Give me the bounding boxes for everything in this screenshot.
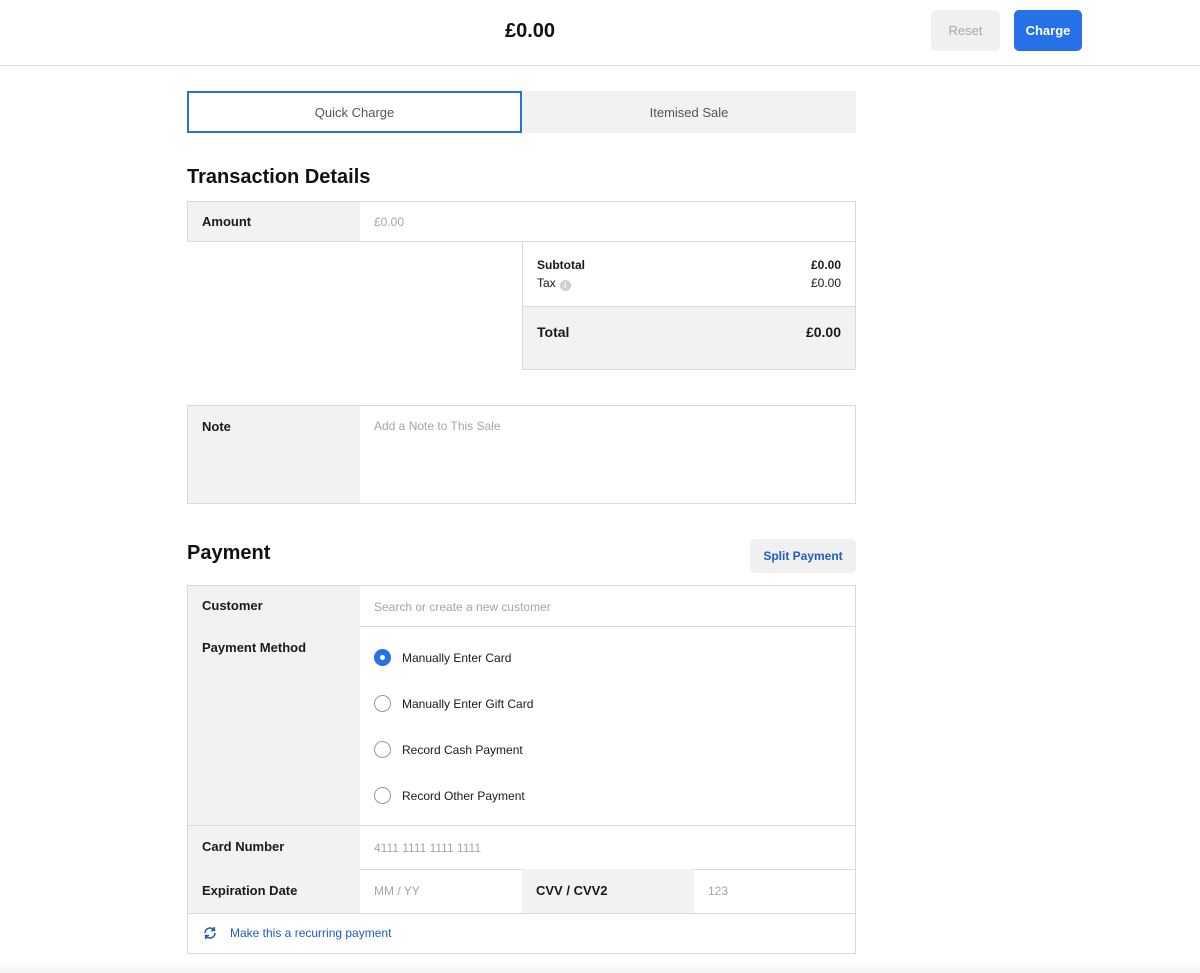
radio-unchecked-icon[interactable]	[374, 695, 391, 712]
amount-row: Amount £0.00	[187, 201, 856, 242]
amount-label: Amount	[188, 202, 360, 241]
tax-value: £0.00	[810, 276, 841, 290]
note-row: Note Add a Note to This Sale	[187, 405, 856, 504]
customer-row: Customer Search or create a new customer	[187, 585, 856, 627]
transaction-details-title: Transaction Details	[187, 166, 371, 188]
radio-label: Record Cash Payment	[402, 742, 523, 757]
sale-mode-tabs: Quick Charge Itemised Sale	[187, 91, 856, 133]
cvv-input[interactable]: 123	[694, 869, 855, 913]
total-label: Total	[537, 324, 570, 340]
radio-other[interactable]: Record Other Payment	[374, 787, 525, 804]
radio-unchecked-icon[interactable]	[374, 741, 391, 758]
header-total: £0.00	[504, 20, 556, 42]
expiration-input[interactable]: MM / YY	[360, 869, 522, 913]
expiry-cvv-row: Expiration Date MM / YY CVV / CVV2 123	[187, 869, 856, 914]
card-number-row: Card Number 4111 1111 1111 1111	[187, 825, 856, 870]
top-bar: £0.00 Reset Charge	[0, 0, 1200, 66]
customer-search-input[interactable]: Search or create a new customer	[360, 586, 855, 626]
total-value: £0.00	[805, 324, 841, 340]
tab-itemised-sale[interactable]: Itemised Sale	[522, 91, 856, 133]
recurring-payment-link[interactable]: Make this a recurring payment	[187, 913, 856, 954]
recurring-icon	[204, 926, 216, 940]
card-number-input[interactable]: 4111 1111 1111 1111	[360, 826, 855, 869]
expiration-label: Expiration Date	[188, 869, 360, 913]
card-number-label: Card Number	[188, 826, 360, 869]
radio-gift-card[interactable]: Manually Enter Gift Card	[374, 695, 533, 712]
recurring-payment-label: Make this a recurring payment	[230, 926, 392, 940]
tax-label: Tax	[537, 276, 556, 290]
note-textarea[interactable]: Add a Note to This Sale	[360, 406, 855, 503]
radio-manual-card[interactable]: Manually Enter Card	[374, 649, 511, 666]
radio-cash[interactable]: Record Cash Payment	[374, 741, 523, 758]
payment-method-row: Payment Method Manually Enter Card Manua…	[187, 626, 856, 826]
payment-title: Payment	[187, 542, 271, 564]
tab-quick-charge[interactable]: Quick Charge	[187, 91, 522, 133]
radio-checked-icon[interactable]	[374, 649, 391, 666]
totals-summary: Subtotal £0.00 Tax i £0.00 Total £0.00	[522, 241, 856, 370]
radio-unchecked-icon[interactable]	[374, 787, 391, 804]
note-label: Note	[188, 406, 360, 503]
radio-label: Manually Enter Card	[402, 650, 512, 665]
split-payment-button[interactable]: Split Payment	[750, 539, 856, 573]
reset-button[interactable]: Reset	[931, 10, 1000, 51]
info-icon[interactable]: i	[559, 280, 571, 291]
radio-label: Record Other Payment	[402, 788, 525, 803]
amount-input[interactable]: £0.00	[360, 202, 855, 241]
subtotal-value: £0.00	[810, 258, 841, 272]
cvv-label: CVV / CVV2	[522, 869, 694, 913]
charge-button[interactable]: Charge	[1014, 10, 1082, 51]
radio-label: Manually Enter Gift Card	[402, 696, 534, 711]
customer-label: Customer	[188, 586, 360, 626]
subtotal-label: Subtotal	[537, 258, 585, 272]
payment-method-label: Payment Method	[188, 626, 360, 825]
total-section: Total £0.00	[523, 306, 855, 369]
bottom-shadow	[0, 962, 1200, 973]
